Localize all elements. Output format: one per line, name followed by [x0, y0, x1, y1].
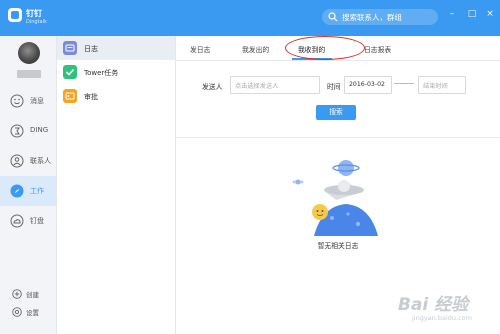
- sidebar-item-label: 钉盘: [30, 217, 44, 225]
- search-placeholder: 搜索联系人，群组: [342, 13, 402, 22]
- tab-sent[interactable]: 我发出的: [242, 44, 269, 54]
- end-date-field[interactable]: 结束时间: [418, 76, 466, 94]
- checkmark-icon: [63, 65, 77, 79]
- tab-bar: 发日志 我发出的 我收到的 日志报表: [176, 36, 500, 61]
- empty-planet-illustration: [292, 160, 378, 236]
- contacts-icon: [10, 154, 24, 168]
- app-item-approval[interactable]: 审批: [57, 84, 175, 108]
- gear-icon: [12, 307, 22, 317]
- sender-field[interactable]: 点击选择发送人: [230, 76, 320, 94]
- user-name-blurred: [17, 70, 41, 78]
- sidebar-item-ding[interactable]: DING: [0, 116, 56, 146]
- dingtalk-logo-icon: [8, 8, 22, 22]
- sidebar-item-label: 联系人: [30, 157, 51, 165]
- sidebar-item-label: 工作: [30, 187, 44, 195]
- ding-icon: [10, 124, 24, 138]
- tab-report[interactable]: 日志报表: [364, 44, 391, 54]
- app-item-label: Tower任务: [84, 69, 119, 77]
- filter-panel: 发送人 点击选择发送人 时间 2016-03-02 结束时间 搜索: [176, 61, 500, 138]
- log-icon: [63, 41, 77, 55]
- approval-icon: [63, 89, 77, 103]
- sender-placeholder: 点击选择发送人: [235, 83, 279, 90]
- app-item-label: 日志: [84, 45, 98, 53]
- start-date-value: 2016-03-02: [349, 81, 385, 88]
- cloud-drive-icon: [10, 214, 24, 228]
- avatar[interactable]: [18, 42, 40, 64]
- app-item-label: 审批: [84, 93, 98, 101]
- app-item-log[interactable]: 日志: [57, 36, 175, 60]
- search-icon: [328, 12, 338, 22]
- settings-button[interactable]: 设置: [12, 306, 52, 318]
- title-bar: 钉钉 Dingtalk 搜索联系人，群组 – □ ×: [0, 0, 500, 36]
- app-subtitle: Dingtalk: [26, 19, 47, 25]
- create-button[interactable]: 创建: [12, 288, 52, 300]
- work-app-list: 日志 Tower任务 审批: [57, 36, 176, 334]
- empty-state-text: 暂无相关日志: [317, 242, 359, 250]
- work-icon: [10, 184, 24, 198]
- search-input[interactable]: 搜索联系人，群组: [322, 9, 438, 25]
- maximize-icon[interactable]: □: [466, 8, 478, 20]
- sidebar-item-label: DING: [30, 126, 49, 134]
- close-icon[interactable]: ×: [484, 8, 496, 20]
- plus-icon: [12, 289, 22, 299]
- sidebar-item-work[interactable]: 工作: [0, 176, 56, 206]
- app-name: 钉钉: [26, 9, 42, 18]
- sidebar-item-messages[interactable]: 消息: [0, 86, 56, 116]
- start-date-field[interactable]: 2016-03-02: [344, 76, 392, 94]
- tab-write-log[interactable]: 发日志: [190, 44, 210, 54]
- search-button[interactable]: 搜索: [316, 105, 356, 120]
- sidebar: 消息 DING 联系人 工作 钉盘 创建 设置: [0, 36, 57, 334]
- watermark-url: jingyan.baidu.com: [412, 314, 472, 322]
- app-item-tower[interactable]: Tower任务: [57, 60, 175, 84]
- date-range-separator: [394, 83, 414, 84]
- highlight-circle: [285, 36, 365, 60]
- watermark-brand: Bai 经验: [398, 295, 469, 315]
- settings-label: 设置: [26, 309, 39, 317]
- smile-icon: [10, 94, 24, 108]
- create-label: 创建: [26, 291, 39, 299]
- sidebar-item-label: 消息: [30, 97, 44, 105]
- sidebar-item-cloud-drive[interactable]: 钉盘: [0, 206, 56, 236]
- end-date-placeholder: 结束时间: [423, 83, 448, 90]
- minimize-icon[interactable]: –: [446, 8, 458, 20]
- time-label: 时间: [327, 83, 341, 91]
- sidebar-item-contacts[interactable]: 联系人: [0, 146, 56, 176]
- sender-label: 发送人: [202, 83, 223, 91]
